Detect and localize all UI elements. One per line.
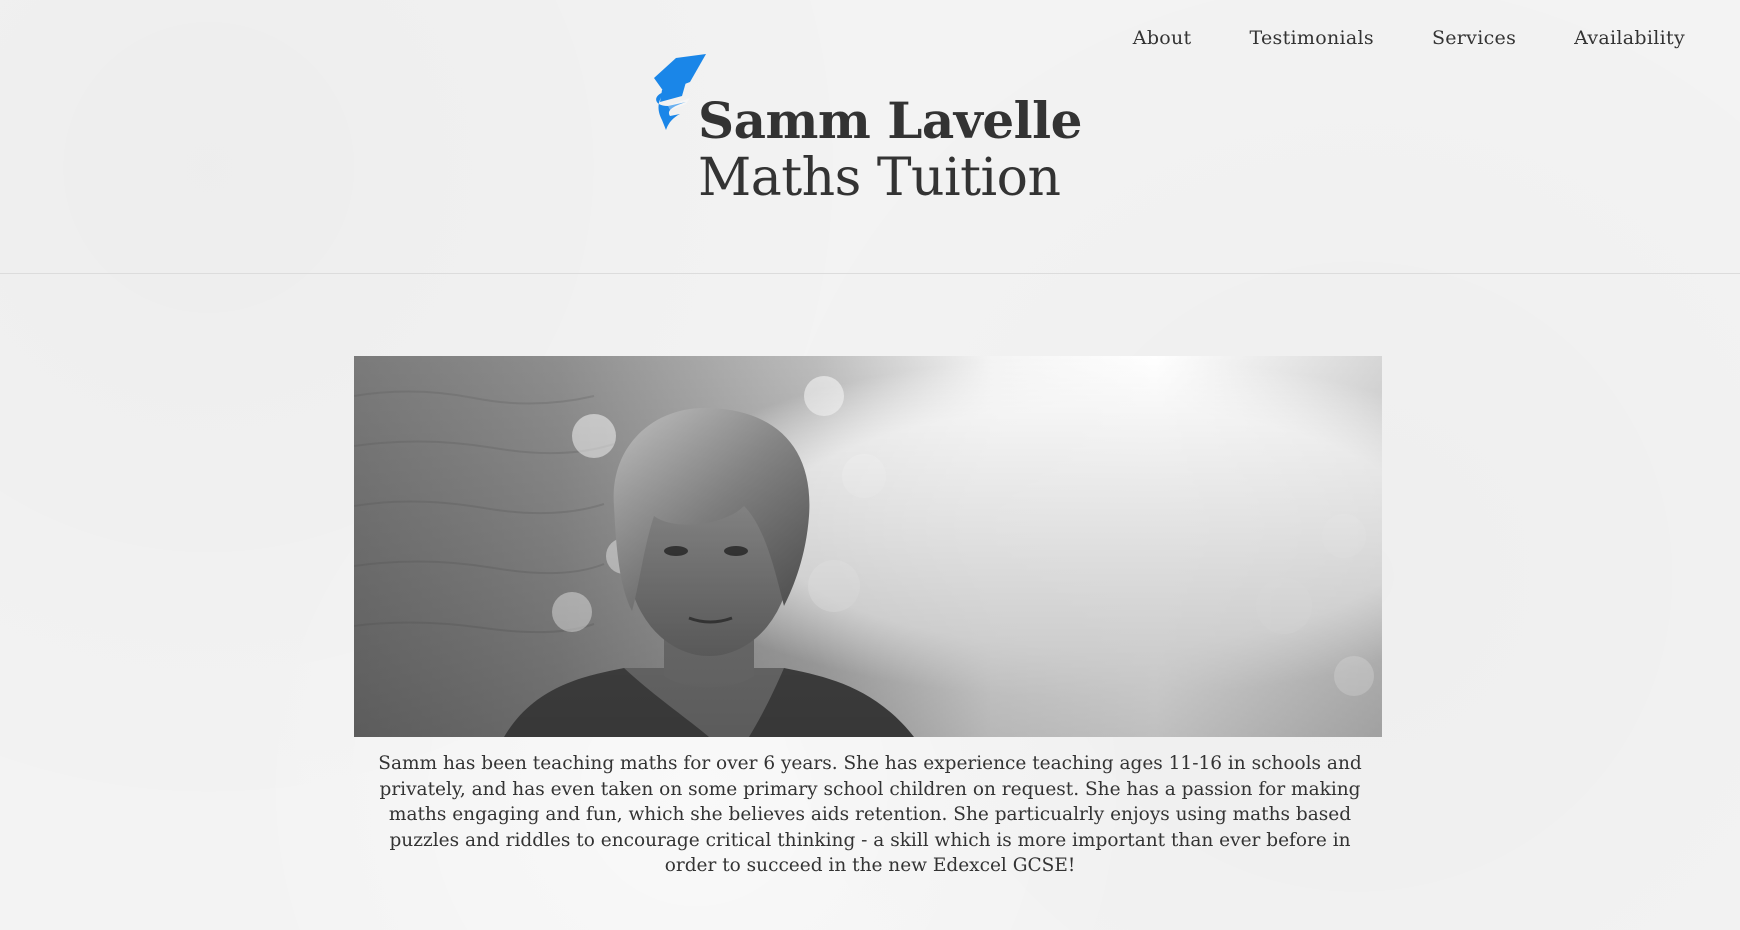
bio-paragraph: Samm has been teaching maths for over 6 … xyxy=(378,753,1362,876)
site-logo[interactable]: Samm Lavelle Maths Tuition xyxy=(646,52,1082,212)
nav-link-availability[interactable]: Availability xyxy=(1574,24,1685,52)
logo-title: Samm Lavelle xyxy=(698,91,1082,150)
nav-link-services[interactable]: Services xyxy=(1432,24,1516,52)
nav-link-about[interactable]: About xyxy=(1133,24,1192,52)
nav-link-testimonials[interactable]: Testimonials xyxy=(1250,24,1374,52)
logo-subtitle: Maths Tuition xyxy=(698,148,1061,208)
site-header: About Testimonials Services Availability… xyxy=(0,0,1740,274)
main-nav: About Testimonials Services Availability xyxy=(1075,24,1685,52)
hero-portrait-photo xyxy=(354,356,1382,737)
